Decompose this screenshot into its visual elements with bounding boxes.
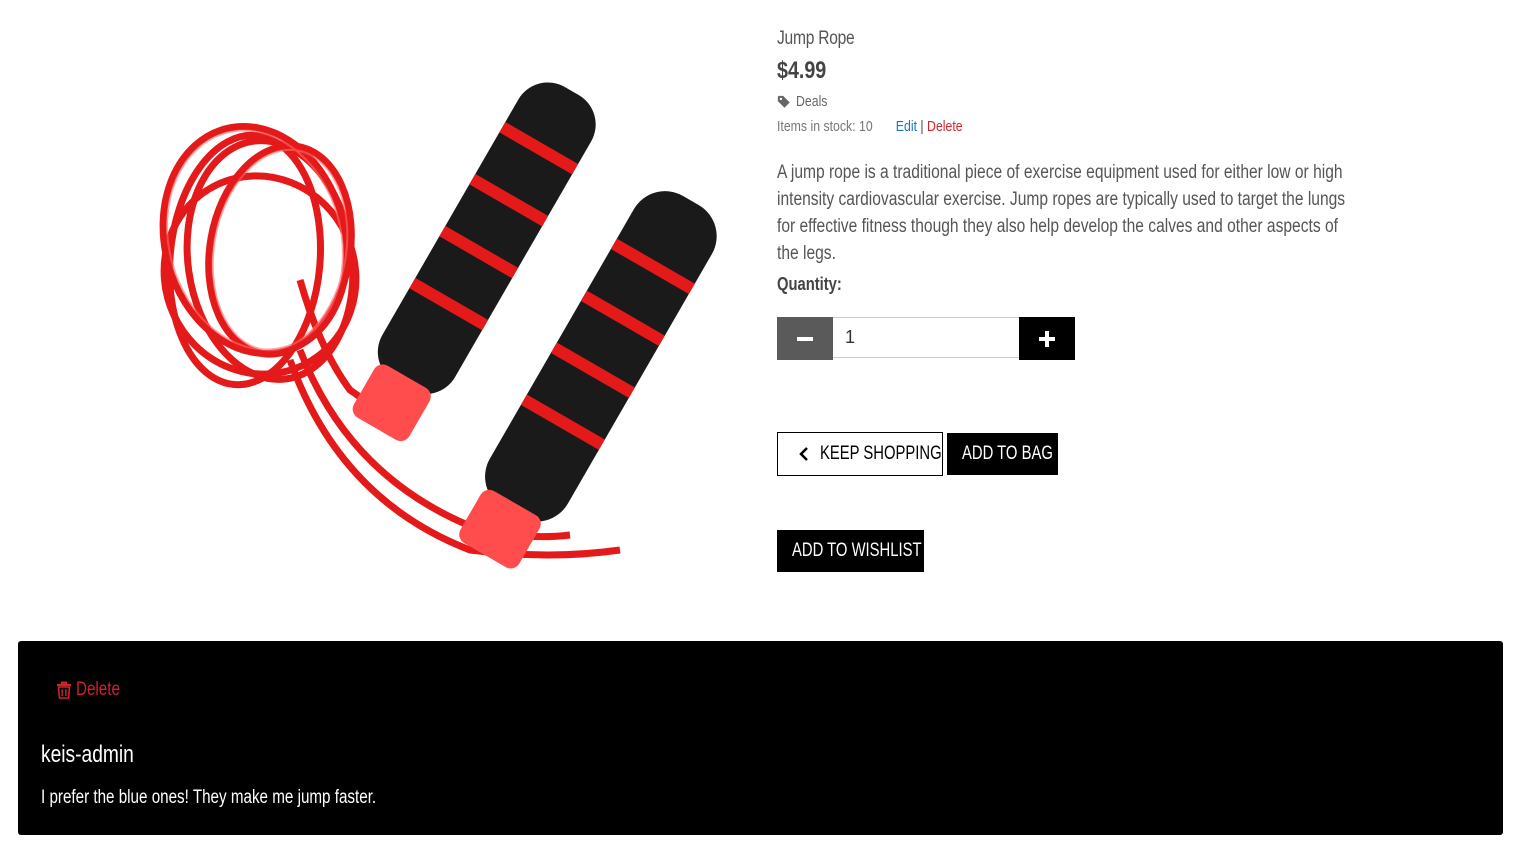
decrement-button[interactable]	[777, 317, 833, 360]
review-delete-button[interactable]: Delete	[56, 679, 131, 701]
product-description: A jump rope is a traditional piece of ex…	[777, 162, 1346, 264]
tag-icon	[777, 95, 790, 108]
review-text: I prefer the blue ones! They make me jum…	[41, 787, 377, 808]
product-details: Jump Rope $4.99 Deals Items in stock: 10…	[777, 26, 1377, 572]
keep-shopping-label: KEEP SHOPPING	[820, 443, 942, 464]
product-price: $4.99	[777, 57, 827, 84]
review-author: keis-admin	[41, 741, 134, 768]
product-name: Jump Rope	[777, 28, 855, 49]
add-to-wishlist-label: ADD TO WISHLIST	[792, 540, 922, 561]
quantity-label: Quantity:	[777, 274, 842, 294]
add-to-wishlist-button[interactable]: ADD TO WISHLIST	[777, 530, 924, 572]
stock-row: Items in stock: 10 Edit | Delete	[777, 117, 1377, 137]
add-to-bag-button[interactable]: ADD TO BAG	[947, 433, 1058, 475]
link-separator: |	[920, 118, 924, 135]
increment-button[interactable]	[1019, 317, 1075, 360]
product-category[interactable]: Deals	[777, 92, 1377, 112]
review-card: Delete keis-admin I prefer the blue ones…	[18, 641, 1503, 835]
plus-icon	[1039, 330, 1055, 347]
quantity-stepper	[777, 317, 1075, 360]
keep-shopping-button[interactable]: KEEP SHOPPING	[777, 432, 943, 476]
delete-link[interactable]: Delete	[927, 118, 963, 135]
trash-icon	[56, 681, 72, 699]
action-buttons: KEEP SHOPPING ADD TO BAG	[777, 432, 1058, 476]
quantity-input[interactable]	[833, 317, 1019, 358]
minus-icon	[797, 336, 813, 341]
product-detail-page: Jump Rope $4.99 Deals Items in stock: 10…	[0, 0, 1517, 846]
category-label: Deals	[796, 93, 828, 110]
edit-link[interactable]: Edit	[896, 118, 917, 135]
review-delete-label: Delete	[76, 679, 120, 700]
jump-rope-photo	[159, 82, 717, 569]
chevron-left-icon	[798, 447, 810, 461]
add-to-bag-label: ADD TO BAG	[962, 443, 1053, 464]
stock-count: Items in stock: 10	[777, 118, 873, 135]
product-image	[150, 30, 750, 590]
